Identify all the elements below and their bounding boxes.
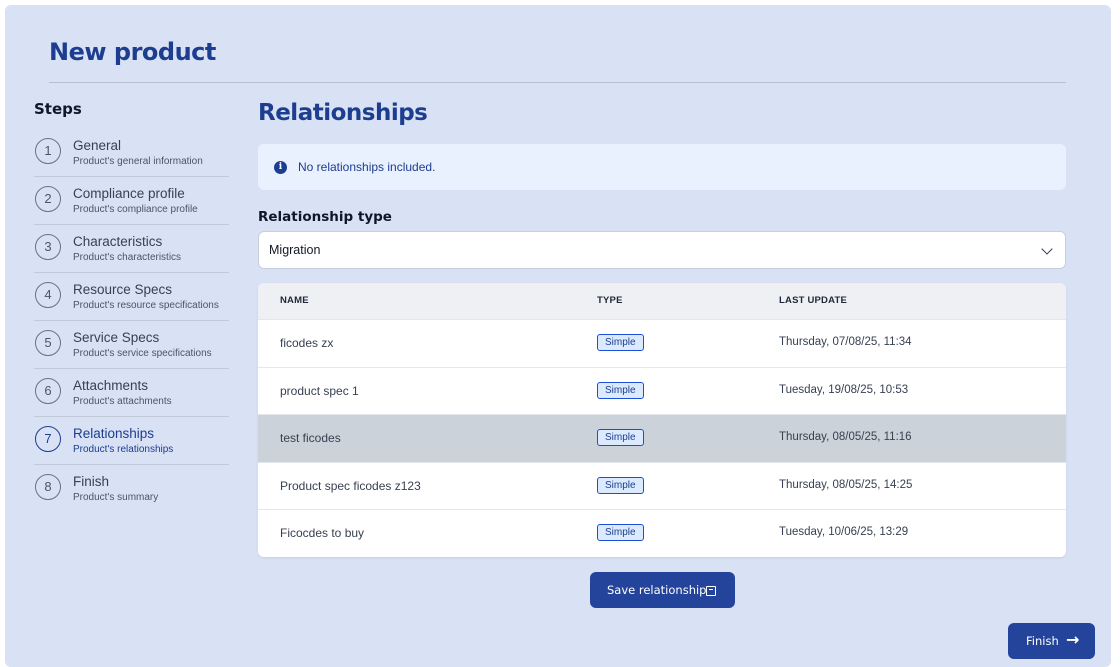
steps-title: Steps bbox=[34, 100, 82, 118]
step-description: Product's relationships bbox=[73, 444, 174, 455]
relationship-type-label: Relationship type bbox=[258, 209, 392, 225]
step-number: 5 bbox=[35, 330, 61, 356]
step-description: Product's attachments bbox=[73, 396, 172, 407]
step-label: Characteristics bbox=[73, 234, 163, 249]
page-title: New product bbox=[49, 38, 216, 66]
step-description: Product's characteristics bbox=[73, 252, 182, 263]
column-header-last-update[interactable]: LAST UPDATE bbox=[779, 295, 847, 306]
step-service-specs[interactable]: 5 Service Specs Product's service specif… bbox=[34, 321, 229, 369]
table-row[interactable]: product spec 1 Simple Tuesday, 19/08/25,… bbox=[258, 366, 1066, 415]
column-header-type[interactable]: TYPE bbox=[597, 295, 623, 306]
step-number: 4 bbox=[35, 282, 61, 308]
step-characteristics[interactable]: 3 Characteristics Product's characterist… bbox=[34, 225, 229, 273]
chevron-down-icon bbox=[1041, 243, 1053, 255]
row-name: product spec 1 bbox=[280, 383, 359, 398]
table-row-selected[interactable]: test ficodes Simple Thursday, 08/05/25, … bbox=[258, 414, 1066, 462]
row-last-update: Tuesday, 19/08/25, 10:53 bbox=[779, 383, 909, 396]
step-finish[interactable]: 8 Finish Product's summary bbox=[34, 465, 229, 513]
step-description: Product's compliance profile bbox=[73, 204, 198, 215]
info-alert: i No relationships included. bbox=[258, 144, 1066, 190]
relationships-table: NAME TYPE LAST UPDATE ficodes zx Simple … bbox=[258, 283, 1066, 557]
header-divider bbox=[49, 82, 1066, 83]
type-badge: Simple bbox=[597, 524, 644, 542]
step-label: General bbox=[73, 138, 122, 153]
row-last-update: Thursday, 08/05/25, 11:16 bbox=[779, 431, 912, 444]
row-name: Product spec ficodes z123 bbox=[280, 478, 421, 493]
save-relationship-button[interactable]: Save relationship bbox=[590, 572, 735, 608]
row-name: ficodes zx bbox=[280, 336, 334, 350]
info-text: No relationships included. bbox=[298, 160, 436, 174]
step-attachments[interactable]: 6 Attachments Product's attachments bbox=[34, 369, 229, 417]
table-row[interactable]: Ficocdes to buy Simple Tuesday, 10/06/25… bbox=[258, 509, 1066, 557]
step-label: Finish bbox=[73, 474, 110, 489]
step-description: Product's general information bbox=[73, 156, 203, 167]
type-badge: Simple bbox=[597, 334, 644, 351]
steps-list: 1 General Product's general information … bbox=[34, 129, 229, 513]
table-row[interactable]: Product spec ficodes z123 Simple Thursda… bbox=[258, 461, 1066, 510]
step-number: 8 bbox=[35, 474, 61, 500]
info-icon: i bbox=[274, 161, 287, 174]
row-last-update: Thursday, 07/08/25, 11:34 bbox=[779, 336, 912, 348]
step-resource-specs[interactable]: 4 Resource Specs Product's resource spec… bbox=[34, 273, 229, 321]
step-number: 6 bbox=[35, 378, 61, 404]
save-icon bbox=[706, 586, 716, 596]
step-label: Compliance profile bbox=[73, 186, 185, 201]
select-value: Migration bbox=[269, 243, 321, 257]
step-label: Relationships bbox=[73, 426, 155, 441]
section-title: Relationships bbox=[258, 100, 428, 126]
step-relationships[interactable]: 7 Relationships Product's relationships bbox=[34, 417, 229, 465]
step-description: Product's summary bbox=[73, 492, 159, 503]
save-relationship-label: Save relationship bbox=[607, 583, 707, 597]
step-general[interactable]: 1 General Product's general information bbox=[34, 129, 229, 177]
step-compliance-profile[interactable]: 2 Compliance profile Product's complianc… bbox=[34, 177, 229, 225]
step-label: Resource Specs bbox=[73, 282, 173, 297]
step-number: 2 bbox=[35, 186, 61, 212]
step-number: 7 bbox=[35, 426, 61, 452]
row-last-update: Thursday, 08/05/25, 14:25 bbox=[779, 478, 913, 491]
type-badge: Simple bbox=[597, 381, 644, 399]
step-number: 3 bbox=[35, 234, 61, 260]
row-name: Ficocdes to buy bbox=[280, 526, 365, 541]
row-last-update: Tuesday, 10/06/25, 13:29 bbox=[779, 526, 909, 539]
step-number: 1 bbox=[35, 138, 61, 164]
step-label: Attachments bbox=[73, 378, 149, 393]
type-badge: Simple bbox=[597, 429, 644, 447]
finish-label: Finish bbox=[1026, 634, 1059, 648]
arrow-right-icon: → bbox=[1066, 630, 1080, 649]
table-header: NAME TYPE LAST UPDATE bbox=[258, 283, 1066, 319]
column-header-name[interactable]: NAME bbox=[280, 295, 309, 306]
table-row[interactable]: ficodes zx Simple Thursday, 07/08/25, 11… bbox=[258, 319, 1066, 367]
step-label: Service Specs bbox=[73, 330, 160, 345]
step-description: Product's service specifications bbox=[73, 348, 212, 359]
relationship-type-select[interactable]: Migration bbox=[258, 231, 1066, 269]
step-description: Product's resource specifications bbox=[73, 300, 219, 311]
finish-button[interactable]: Finish → bbox=[1008, 623, 1095, 659]
type-badge: Simple bbox=[597, 476, 644, 494]
row-name: test ficodes bbox=[280, 431, 341, 446]
